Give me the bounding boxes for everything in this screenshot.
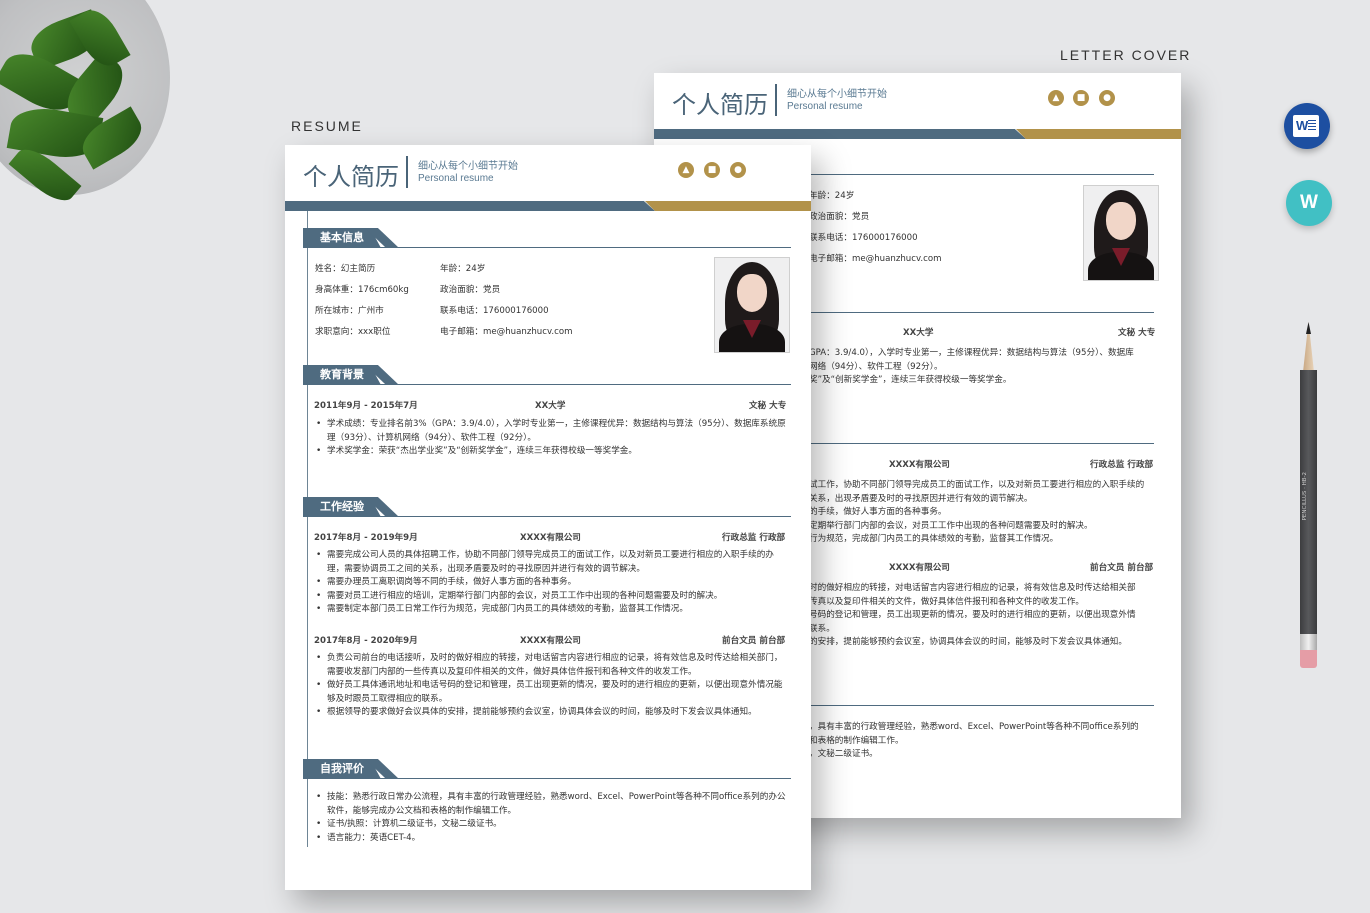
word-app-icon[interactable]: W bbox=[1284, 103, 1330, 149]
info-phone: 联系电话：176000176000 bbox=[440, 306, 549, 316]
info-city: 所在城市：广州市 bbox=[315, 306, 384, 316]
pencil-decoration: PENCILLUS · HB-2 bbox=[1300, 322, 1317, 672]
section-header-self: 自我评价 bbox=[303, 759, 793, 779]
back-work-line: 关系，出现矛盾要及时的寻找原因并进行有效的调节解决。 bbox=[809, 494, 1033, 504]
back-work-line: 传真以及复印件相关的文件，做好具体信件报刊和各种文件的收发工作。 bbox=[809, 597, 1085, 607]
back-profile-photo bbox=[1083, 185, 1159, 281]
self-eval-list: 技能：熟悉行政日常办公流程，具有丰富的行政管理经验，熟悉word、Excel、P… bbox=[314, 791, 790, 845]
work-list-2: 负责公司前台的电话接听，及时的做好相应的转接，对电话留言内容进行相应的记录，将有… bbox=[314, 652, 790, 720]
info-politics: 政治面貌：党员 bbox=[440, 285, 501, 295]
list-item: 需要办理员工离职调岗等不同的手续，做好人事方面的各种事务。 bbox=[314, 576, 790, 590]
briefcase-icon: ■ bbox=[704, 162, 720, 178]
title-separator bbox=[775, 84, 777, 116]
back-politics: 政治面貌：党员 bbox=[809, 212, 870, 222]
list-item: 学术奖学金：荣获“杰出学业奖”及“创新奖学金”，连续三年获得校级一等奖学金。 bbox=[314, 445, 790, 459]
list-item: 需要制定本部门员工日常工作行为规范，完成部门内员工的具体绩效的考勤，监督其工作情… bbox=[314, 603, 790, 617]
back-work-line: 试工作，协助不同部门领导完成员工的面试工作，以及对新员工要进行相应的入职手续的 bbox=[809, 480, 1145, 490]
list-item: 做好员工具体通讯地址和电话号码的登记和管理，员工出现更新的情况，要及时的进行相应… bbox=[314, 679, 790, 706]
section-header-education: 教育背景 bbox=[303, 365, 793, 385]
back-subtitle-cn: 细心从每个小细节开始 bbox=[787, 89, 887, 100]
back-edu-line: 奖”及“创新奖学金”，连续三年获得校级一等奖学金。 bbox=[809, 375, 1012, 385]
back-edu-line: 网络（94分）、软件工程（92分）。 bbox=[809, 362, 943, 372]
briefcase-icon: ■ bbox=[1073, 90, 1089, 106]
back-school: XX大学 bbox=[903, 328, 934, 338]
letter-cover-label: LETTER COVER bbox=[1060, 47, 1192, 63]
back-subtitle-en: Personal resume bbox=[787, 101, 863, 112]
word-icon-letter: W bbox=[1293, 115, 1319, 137]
resume-title: 个人简历 bbox=[303, 163, 399, 191]
list-item: 根据领导的要求做好会议具体的安排，提前能够预约会议室，协调具体会议的时间，能够及… bbox=[314, 706, 790, 720]
edu-period: 2011年9月 - 2015年7月 bbox=[314, 401, 418, 411]
work-company-1: XXXX有限公司 bbox=[520, 533, 581, 543]
graduation-cap-icon: ▲ bbox=[1048, 90, 1064, 106]
back-work-line: 定期举行部门内部的会议，对员工工作中出现的各种问题需要及时的解决。 bbox=[809, 521, 1093, 531]
wps-app-icon[interactable]: W bbox=[1286, 180, 1332, 226]
info-email: 电子邮箱：me@huanzhucv.com bbox=[440, 327, 573, 337]
list-item: 需要对员工进行相应的培训，定期举行部门内部的会议，对员工工作中出现的各种问题需要… bbox=[314, 590, 790, 604]
back-role-1: 行政总监 行政部 bbox=[1090, 460, 1154, 470]
info-intention: 求职意向：xxx职位 bbox=[315, 327, 391, 337]
list-item: 证书/执照：计算机二级证书，文秘二级证书。 bbox=[314, 818, 790, 832]
back-major: 文秘 大专 bbox=[1118, 328, 1156, 338]
back-work-line: 联系。 bbox=[809, 624, 835, 634]
header-stripe-gold bbox=[1016, 129, 1181, 139]
work-list-1: 需要完成公司人员的具体招聘工作，协助不同部门领导完成员工的面试工作，以及对新员工… bbox=[314, 549, 790, 617]
list-item: 学术成绩：专业排名前3%（GPA：3.9/4.0），入学时专业第一，主修课程优异… bbox=[314, 418, 790, 445]
back-phone: 联系电话：176000176000 bbox=[809, 233, 918, 243]
timeline-line bbox=[307, 211, 308, 847]
info-height-weight: 身高体重：176cm60kg bbox=[315, 285, 409, 295]
back-company-2: XXXX有限公司 bbox=[889, 563, 950, 573]
back-self-line: ，具有丰富的行政管理经验，熟悉word、Excel、PowerPoint等各种不… bbox=[809, 722, 1139, 732]
title-separator bbox=[406, 156, 408, 188]
header-stripe-blue bbox=[654, 129, 1026, 139]
back-work-line: 行为规范，完成部门内员工的具体绩效的考勤，监督其工作情况。 bbox=[809, 534, 1059, 544]
back-role-2: 前台文员 前台部 bbox=[1090, 563, 1154, 573]
wps-icon-letter: W bbox=[1300, 192, 1318, 213]
list-item: 负责公司前台的电话接听，及时的做好相应的转接，对电话留言内容进行相应的记录，将有… bbox=[314, 652, 790, 679]
pencil-label: PENCILLUS · HB-2 bbox=[1302, 472, 1308, 521]
list-item: 技能：熟悉行政日常办公流程，具有丰富的行政管理经验，熟悉word、Excel、P… bbox=[314, 791, 790, 818]
work-period-1: 2017年8月 - 2019年9月 bbox=[314, 533, 418, 543]
award-icon: ● bbox=[1099, 90, 1115, 106]
list-item: 需要完成公司人员的具体招聘工作，协助不同部门领导完成员工的面试工作，以及对新员工… bbox=[314, 549, 790, 576]
header-stripe-gold bbox=[645, 201, 811, 211]
header-stripe-blue bbox=[285, 201, 655, 211]
back-work-line: 的手续，做好人事方面的各种事务。 bbox=[809, 507, 947, 517]
work-role-1: 行政总监 行政部 bbox=[722, 533, 786, 543]
info-age: 年龄：24岁 bbox=[440, 264, 486, 274]
subtitle-cn: 细心从每个小细节开始 bbox=[418, 161, 518, 172]
resume-page: 个人简历 细心从每个小细节开始 Personal resume ▲ ■ ● 基本… bbox=[285, 145, 811, 890]
back-edu-line: GPA：3.9/4.0），入学时专业第一，主修课程优异：数据结构与算法（95分）… bbox=[809, 348, 1134, 358]
section-header-work: 工作经验 bbox=[303, 497, 793, 517]
profile-photo bbox=[714, 257, 790, 353]
back-work-line: 的安排，提前能够预约会议室，协调具体会议的时间，能够及时下发会议具体通知。 bbox=[809, 637, 1127, 647]
decorative-plant bbox=[0, 0, 170, 209]
graduation-cap-icon: ▲ bbox=[678, 162, 694, 178]
edu-list: 学术成绩：专业排名前3%（GPA：3.9/4.0），入学时专业第一，主修课程优异… bbox=[314, 418, 790, 459]
back-email: 电子邮箱：me@huanzhucv.com bbox=[809, 254, 942, 264]
work-company-2: XXXX有限公司 bbox=[520, 636, 581, 646]
info-name: 姓名：幻主简历 bbox=[315, 264, 376, 274]
list-item: 语言能力：英语CET-4。 bbox=[314, 832, 790, 846]
edu-major: 文秘 大专 bbox=[749, 401, 787, 411]
back-self-line: ，文秘二级证书。 bbox=[809, 749, 878, 759]
award-icon: ● bbox=[730, 162, 746, 178]
work-role-2: 前台文员 前台部 bbox=[722, 636, 786, 646]
back-work-line: 时的做好相应的转接，对电话留言内容进行相应的记录，将有效信息及时传达给相关部 bbox=[809, 583, 1136, 593]
back-company-1: XXXX有限公司 bbox=[889, 460, 950, 470]
back-page-title: 个人简历 bbox=[672, 91, 768, 119]
work-period-2: 2017年8月 - 2020年9月 bbox=[314, 636, 418, 646]
back-age: 年龄：24岁 bbox=[809, 191, 855, 201]
subtitle-en: Personal resume bbox=[418, 173, 494, 184]
back-self-line: 和表格的制作编辑工作。 bbox=[809, 736, 904, 746]
section-header-basic: 基本信息 bbox=[303, 228, 793, 248]
edu-school: XX大学 bbox=[535, 401, 566, 411]
resume-label: RESUME bbox=[291, 118, 363, 134]
back-work-line: 号码的登记和管理，员工出现更新的情况，要及时的进行相应的更新，以便出现意外情 bbox=[809, 610, 1136, 620]
